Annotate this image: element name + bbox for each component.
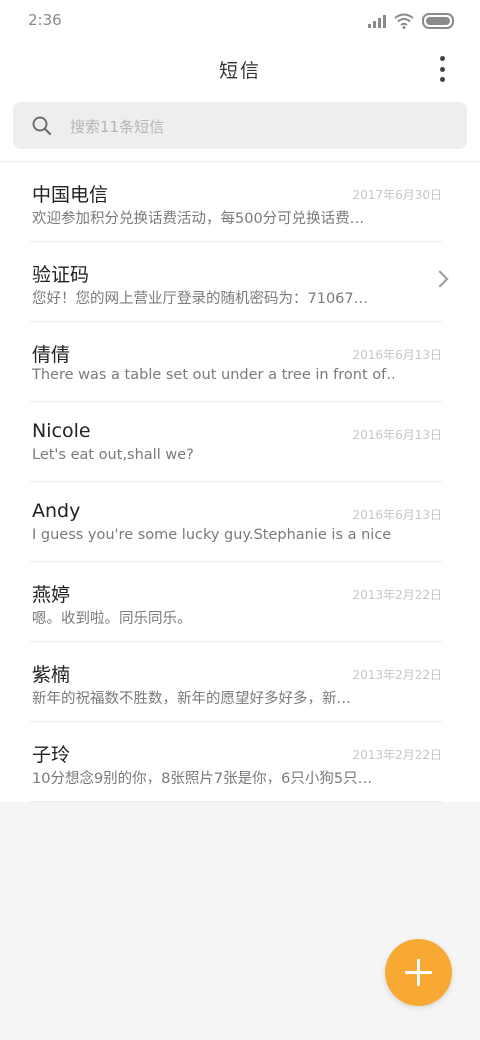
contact-name: 紫楠 <box>32 664 71 686</box>
message-date: 2016年6月13日 <box>352 508 442 522</box>
status-icons <box>368 12 454 30</box>
conversation-row[interactable]: 燕婷 2013年2月22日 嗯。收到啦。同乐同乐。 <box>30 562 442 642</box>
contact-name: 子玲 <box>32 744 71 766</box>
contact-name: 倩倩 <box>32 344 71 366</box>
conversation-row[interactable]: 中国电信 2017年6月30日 欢迎参加积分兑换话费活动，每500分可兑换话费… <box>30 162 442 242</box>
message-snippet: There was a table set out under a tree i… <box>32 367 394 383</box>
contact-name: Andy <box>32 500 81 522</box>
conversation-row[interactable]: Andy 2016年6月13日 I guess you're some luck… <box>30 482 442 562</box>
conversation-row[interactable]: 紫楠 2013年2月22日 新年的祝福数不胜数，新年的愿望好多好多，新… <box>30 642 442 722</box>
message-date: 2017年6月30日 <box>352 188 442 202</box>
message-date: 2013年2月22日 <box>352 748 442 762</box>
message-date: 2013年2月22日 <box>352 668 442 682</box>
battery-icon <box>422 13 454 29</box>
search-icon <box>32 116 52 136</box>
message-snippet: Let's eat out,shall we? <box>32 447 194 463</box>
more-options-button[interactable] <box>430 56 454 82</box>
status-time: 2:36 <box>28 11 62 29</box>
message-snippet: I guess you're some lucky guy.Stephanie … <box>32 527 394 543</box>
message-snippet: 嗯。收到啦。同乐同乐。 <box>32 611 192 627</box>
new-message-button[interactable] <box>385 939 452 1006</box>
message-snippet: 10分想念9别的你，8张照片7张是你，6只小狗5只… <box>32 771 373 787</box>
message-list: 中国电信 2017年6月30日 欢迎参加积分兑换话费活动，每500分可兑换话费…… <box>0 161 480 802</box>
message-date: 2013年2月22日 <box>352 588 442 602</box>
page-title: 短信 <box>218 60 261 82</box>
wifi-icon <box>394 13 414 29</box>
signal-icon <box>368 14 386 28</box>
contact-name: Nicole <box>32 420 91 442</box>
header: 短信 <box>0 40 480 96</box>
conversation-row[interactable]: 子玲 2013年2月22日 10分想念9别的你，8张照片7张是你，6只小狗5只… <box>30 722 442 802</box>
message-snippet: 欢迎参加积分兑换话费活动，每500分可兑换话费… <box>32 211 365 227</box>
search-input[interactable] <box>68 102 452 151</box>
message-date: 2016年6月13日 <box>352 428 442 442</box>
message-date: 2016年6月13日 <box>352 348 442 362</box>
more-vertical-icon <box>439 56 445 61</box>
conversation-row[interactable]: Nicole 2016年6月13日 Let's eat out,shall we… <box>30 402 442 482</box>
message-snippet: 新年的祝福数不胜数，新年的愿望好多好多，新… <box>32 691 351 707</box>
conversation-row[interactable]: 验证码 您好！您的网上营业厅登录的随机密码为：71067… <box>30 242 449 322</box>
chevron-right-icon <box>431 270 449 288</box>
contact-name: 验证码 <box>32 264 90 286</box>
status-bar: 2:36 <box>0 0 480 40</box>
contact-name: 燕婷 <box>32 584 71 606</box>
search-bar[interactable] <box>13 102 467 151</box>
contact-name: 中国电信 <box>32 184 109 206</box>
message-snippet: 您好！您的网上营业厅登录的随机密码为：71067… <box>32 291 369 307</box>
conversation-row[interactable]: 倩倩 2016年6月13日 There was a table set out … <box>30 322 442 402</box>
